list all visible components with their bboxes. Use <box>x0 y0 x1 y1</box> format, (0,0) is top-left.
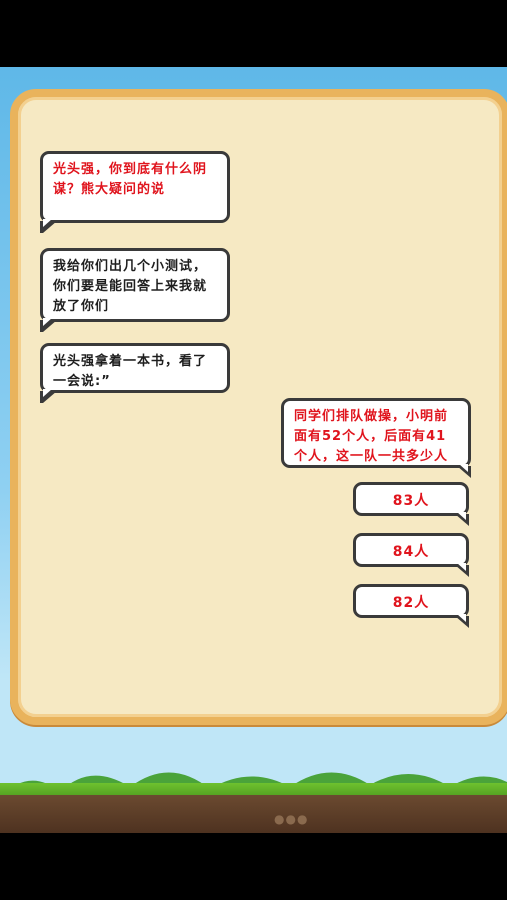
answer-option-1[interactable]: 83人 <box>353 482 469 526</box>
answer-option-3[interactable]: 82人 <box>353 584 469 628</box>
ground-pebbles: ●●● <box>274 812 309 826</box>
narration-text: 光头强，你到底有什么阴谋？熊大疑问的说 <box>53 162 208 197</box>
answer-option-1-label: 83人 <box>392 493 430 509</box>
ground <box>0 795 507 833</box>
question-text: 同学们排队做操，小明前面有52个人，后面有41个人，这一队一共多少人 <box>294 409 449 464</box>
game-screen: ●●● 光头强，你到底有什么阴谋？熊大疑问的说 我给你们出几个小测试，你们要是能… <box>0 67 507 833</box>
answer-option-2[interactable]: 84人 <box>353 533 469 577</box>
speech-bubble-test: 我给你们出几个小测试，你们要是能回答上来我就放了你们 <box>40 248 230 332</box>
narration-bubble: 光头强，你到底有什么阴谋？熊大疑问的说 <box>40 151 230 233</box>
question-bubble: 同学们排队做操，小明前面有52个人，后面有41个人，这一队一共多少人 <box>281 398 471 478</box>
answer-option-3-label: 82人 <box>392 595 430 611</box>
answer-option-2-label: 84人 <box>392 544 430 560</box>
speech-text-test: 我给你们出几个小测试，你们要是能回答上来我就放了你们 <box>53 259 208 314</box>
speech-bubble-book: 光头强拿着一本书，看了一会说:” <box>40 343 230 403</box>
speech-text-book: 光头强拿着一本书，看了一会说:” <box>53 354 208 389</box>
